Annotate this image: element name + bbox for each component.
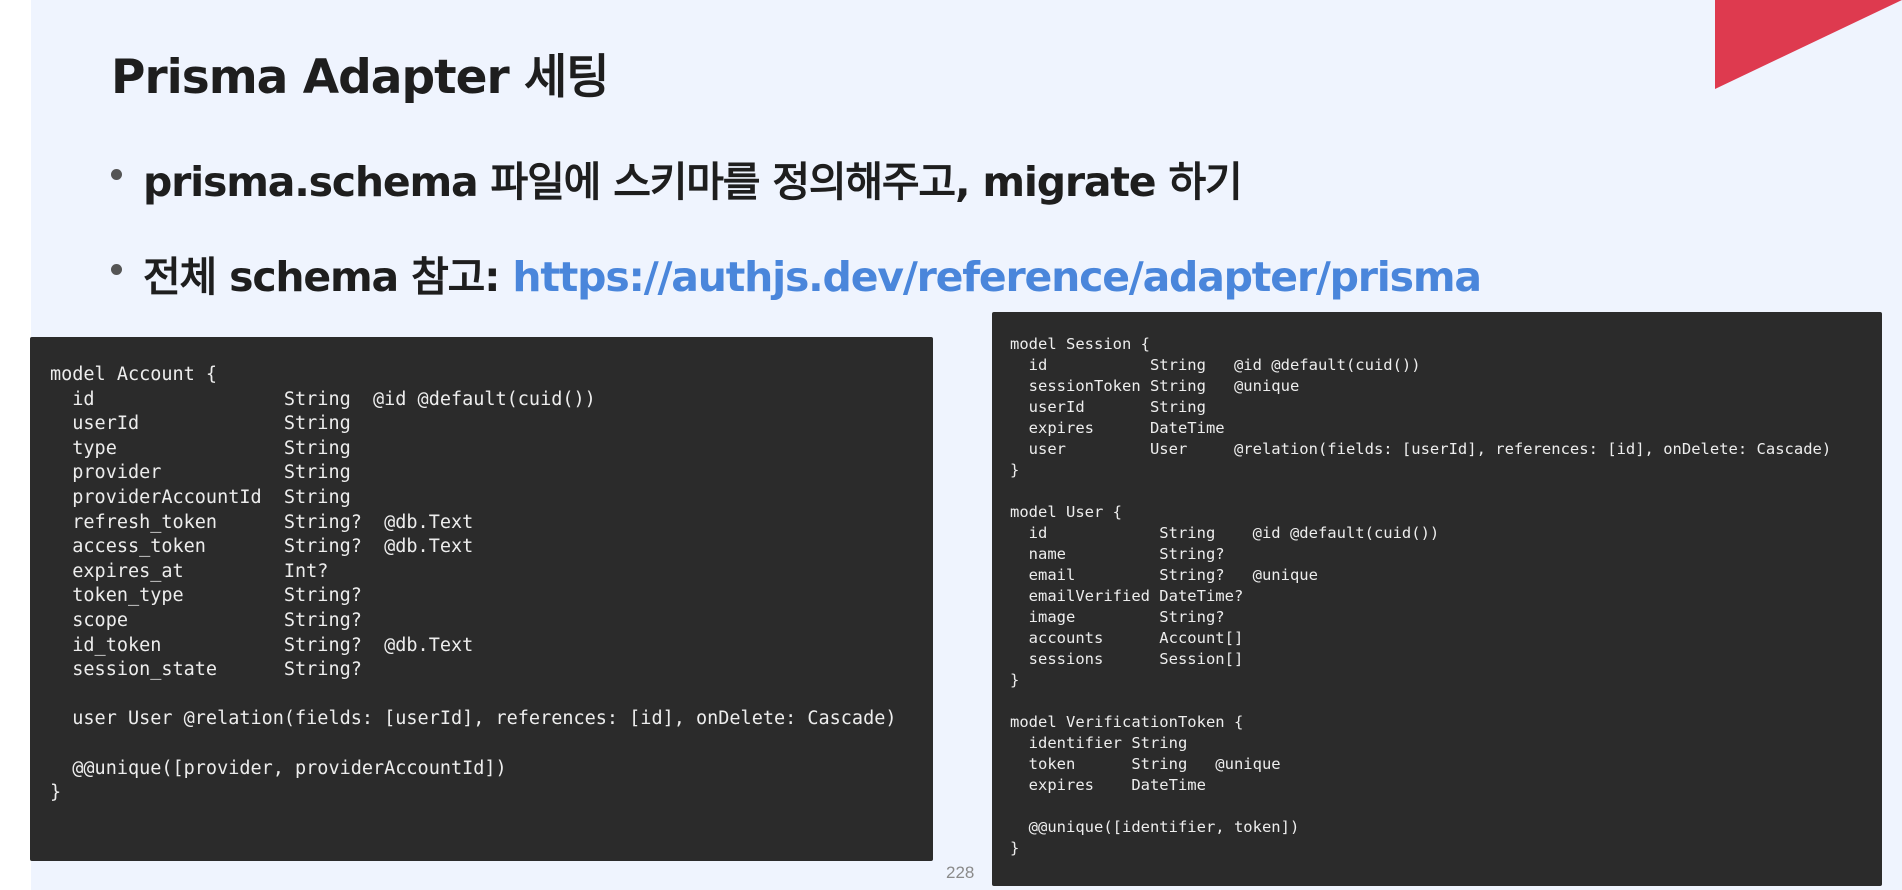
slide-title: Prisma Adapter 세팅 bbox=[111, 50, 610, 105]
reference-link[interactable]: https://authjs.dev/reference/adapter/pri… bbox=[512, 253, 1482, 301]
bullet-list: prisma.schema 파일에 스키마를 정의해주고, migrate 하기… bbox=[109, 148, 1482, 338]
code-block-account-model: model Account { id String @id @default(c… bbox=[30, 337, 933, 861]
bullet-dot-icon bbox=[111, 169, 122, 180]
code-block-session-user-models: model Session { id String @id @default(c… bbox=[992, 312, 1882, 886]
bullet-item-migrate: prisma.schema 파일에 스키마를 정의해주고, migrate 하기 bbox=[109, 148, 1481, 243]
bullet-text: prisma.schema 파일에 스키마를 정의해주고, migrate 하기 bbox=[143, 158, 1243, 206]
bullet-dot-icon bbox=[111, 264, 122, 275]
page-number: 228 bbox=[946, 863, 975, 882]
bullet-text: 전체 schema 참고: bbox=[143, 253, 513, 301]
